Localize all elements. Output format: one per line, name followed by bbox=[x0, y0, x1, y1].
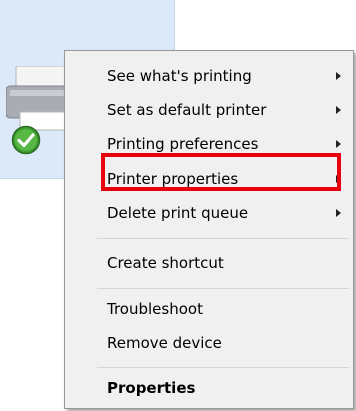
menu-separator bbox=[97, 238, 349, 239]
submenu-arrow-icon bbox=[336, 106, 341, 114]
menu-item-remove-device[interactable]: Remove device bbox=[65, 328, 353, 358]
default-printer-check-icon bbox=[11, 125, 41, 155]
menu-item-label: Create shortcut bbox=[107, 254, 224, 272]
menu-item-label: See what's printing bbox=[107, 67, 252, 85]
menu-item-properties[interactable]: Properties bbox=[65, 373, 353, 403]
menu-item-troubleshoot[interactable]: Troubleshoot bbox=[65, 294, 353, 324]
menu-item-label: Remove device bbox=[107, 334, 222, 352]
menu-item-label: Set as default printer bbox=[107, 101, 267, 119]
submenu-arrow-icon bbox=[336, 72, 341, 80]
menu-separator bbox=[97, 288, 349, 289]
menu-item-delete-print-queue[interactable]: Delete print queue bbox=[65, 198, 353, 228]
menu-item-label: Delete print queue bbox=[107, 204, 249, 222]
menu-item-see-whats-printing[interactable]: See what's printing bbox=[65, 61, 353, 91]
highlight-box bbox=[101, 153, 341, 191]
menu-separator bbox=[97, 367, 349, 368]
menu-item-label: Properties bbox=[107, 379, 196, 397]
submenu-arrow-icon bbox=[336, 209, 341, 217]
submenu-arrow-icon bbox=[336, 140, 341, 148]
menu-item-create-shortcut[interactable]: Create shortcut bbox=[65, 248, 353, 278]
menu-item-set-as-default-printer[interactable]: Set as default printer bbox=[65, 95, 353, 125]
menu-item-label: Troubleshoot bbox=[107, 300, 203, 318]
context-menu: See what's printing Set as default print… bbox=[64, 50, 354, 409]
